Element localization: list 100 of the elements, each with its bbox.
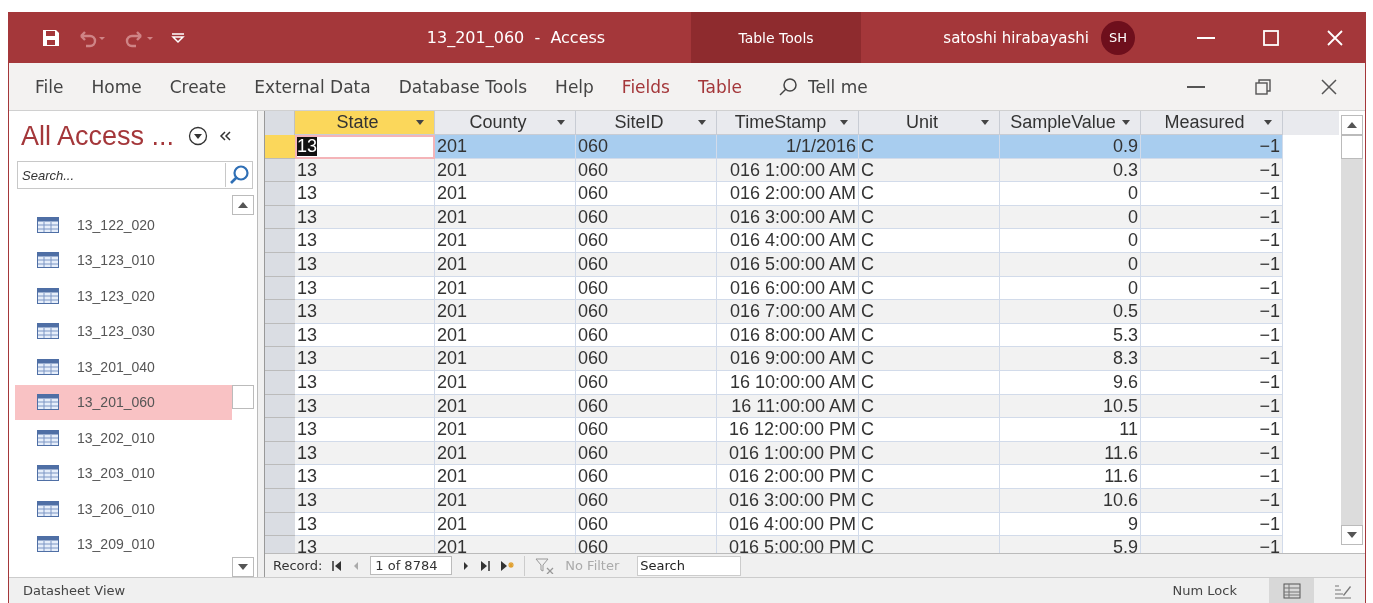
caret-icon[interactable] [981, 120, 989, 125]
record-position-field[interactable]: 1 of 8784 [370, 556, 453, 575]
row-selector[interactable] [265, 323, 295, 348]
table-cell: 13 [295, 347, 435, 371]
ribbon-tab[interactable]: File [23, 76, 76, 97]
navigation-item[interactable]: 13_202_010 [15, 420, 232, 456]
scroll-down-icon[interactable] [1347, 532, 1357, 538]
user-name[interactable]: satoshi hirabayashi [943, 28, 1089, 47]
navigation-item[interactable]: 13_123_030 [15, 313, 232, 349]
user-avatar[interactable]: SH [1101, 20, 1135, 55]
restore-icon[interactable] [1255, 78, 1271, 95]
table-cell: C [859, 300, 1000, 324]
ribbon-tab[interactable]: Help [543, 76, 606, 97]
navigation-item[interactable]: 13_123_020 [15, 278, 232, 314]
caret-icon[interactable] [840, 120, 848, 125]
save-icon[interactable] [41, 27, 61, 48]
table-cell: C [859, 229, 1000, 253]
ribbon-tab[interactable]: Table [685, 76, 754, 97]
table-cell: 060 [576, 300, 717, 324]
ribbon-tab[interactable]: External Data [242, 76, 383, 97]
table-cell: 201 [435, 347, 576, 371]
table-cell: 13 [295, 512, 435, 537]
search-field[interactable]: Search [637, 555, 742, 576]
first-record-icon[interactable] [332, 560, 343, 571]
row-selector[interactable] [265, 182, 295, 206]
table-cell: 016 9:00:00 AM [717, 347, 859, 371]
ribbon-tab[interactable]: Create [157, 76, 239, 97]
scroll-up-icon[interactable] [1347, 122, 1357, 128]
table-cell: −1 [1141, 512, 1283, 537]
caret-icon[interactable] [416, 120, 424, 125]
table-cell: 016 6:00:00 AM [717, 276, 859, 301]
new-record-icon[interactable] [500, 560, 515, 571]
datasheet-view-icon[interactable] [1282, 582, 1301, 599]
row-selector[interactable] [265, 488, 295, 513]
scroll-down-icon[interactable] [238, 564, 248, 570]
navigation-item[interactable]: 13_201_060 [15, 384, 232, 420]
table-cell: 13 [295, 252, 435, 277]
table-cell: 016 5:00:00 AM [717, 252, 859, 277]
window-title: 13_201_060 - Access [425, 28, 607, 47]
navigation-item[interactable]: 13_123_010 [15, 242, 232, 278]
scroll-thumb[interactable] [232, 385, 254, 409]
close-icon[interactable] [1321, 78, 1337, 95]
table-cell: 5.3 [1000, 323, 1141, 348]
caret-icon[interactable] [1264, 120, 1272, 125]
row-selector[interactable] [265, 418, 295, 442]
table-cell: 060 [576, 418, 717, 442]
caret-icon[interactable] [557, 120, 565, 125]
row-selector[interactable] [265, 370, 295, 395]
maximize-icon[interactable] [1263, 29, 1279, 46]
navigation-item[interactable]: 13_201_040 [15, 349, 232, 385]
table-cell: 060 [576, 252, 717, 277]
row-selector[interactable] [265, 252, 295, 277]
navigation-title[interactable]: All Access ... [21, 120, 175, 152]
table-cell: 13 [295, 488, 435, 513]
collapse-icon[interactable] [218, 129, 233, 143]
ribbon-tab[interactable]: Fields [609, 76, 682, 97]
row-selector[interactable] [265, 229, 295, 253]
caret-icon[interactable] [698, 120, 706, 125]
row-selector[interactable] [265, 300, 295, 324]
row-selector[interactable] [265, 276, 295, 301]
navigation-item[interactable]: 13_206_010 [15, 491, 232, 527]
table-cell: 060 [576, 370, 717, 395]
minimize-icon[interactable] [1187, 85, 1205, 88]
navigation-item[interactable]: 13_203_010 [15, 455, 232, 491]
row-selector[interactable] [265, 394, 295, 419]
navigation-item[interactable]: 13_122_020 [15, 207, 232, 243]
table-cell: C [859, 182, 1000, 206]
row-selector[interactable] [265, 512, 295, 537]
filter-icon[interactable] [535, 557, 556, 574]
design-view-icon[interactable] [1333, 582, 1352, 599]
row-selector[interactable] [265, 465, 295, 489]
tell-me-field[interactable]: Tell me [805, 75, 930, 98]
ribbon-tab[interactable]: Database Tools [386, 76, 540, 97]
caret-icon[interactable] [1122, 120, 1130, 125]
row-selector[interactable] [265, 158, 295, 183]
search-field[interactable]: Search... [17, 161, 253, 189]
table-cell: −1 [1141, 300, 1283, 324]
row-selector[interactable] [265, 347, 295, 371]
row-selector[interactable] [265, 135, 295, 159]
navigation-item[interactable]: 13_209_010 [15, 526, 232, 562]
ribbon-tab[interactable]: Home [79, 76, 154, 97]
table-cell: 13 [295, 205, 435, 230]
row-selector[interactable] [265, 441, 295, 466]
table-cell: 060 [576, 323, 717, 348]
table-cell: 11.6 [1000, 441, 1141, 466]
column-header[interactable]: State [295, 111, 435, 135]
previous-record-icon[interactable] [352, 560, 361, 571]
table-cell: 8.3 [1000, 347, 1141, 371]
dropdown-icon[interactable] [188, 126, 209, 146]
table-cell: 13 [295, 536, 435, 553]
select-all-corner[interactable] [265, 111, 295, 135]
next-record-icon[interactable] [462, 560, 471, 571]
table-cell: 016 7:00:00 AM [717, 300, 859, 324]
last-record-icon[interactable] [480, 560, 491, 571]
customize-icon[interactable] [171, 31, 185, 44]
scroll-thumb[interactable] [1341, 135, 1363, 159]
row-selector[interactable] [265, 205, 295, 230]
scroll-up-icon[interactable] [238, 202, 248, 208]
minimize-icon[interactable] [1197, 36, 1215, 39]
search-icon[interactable] [228, 164, 250, 186]
